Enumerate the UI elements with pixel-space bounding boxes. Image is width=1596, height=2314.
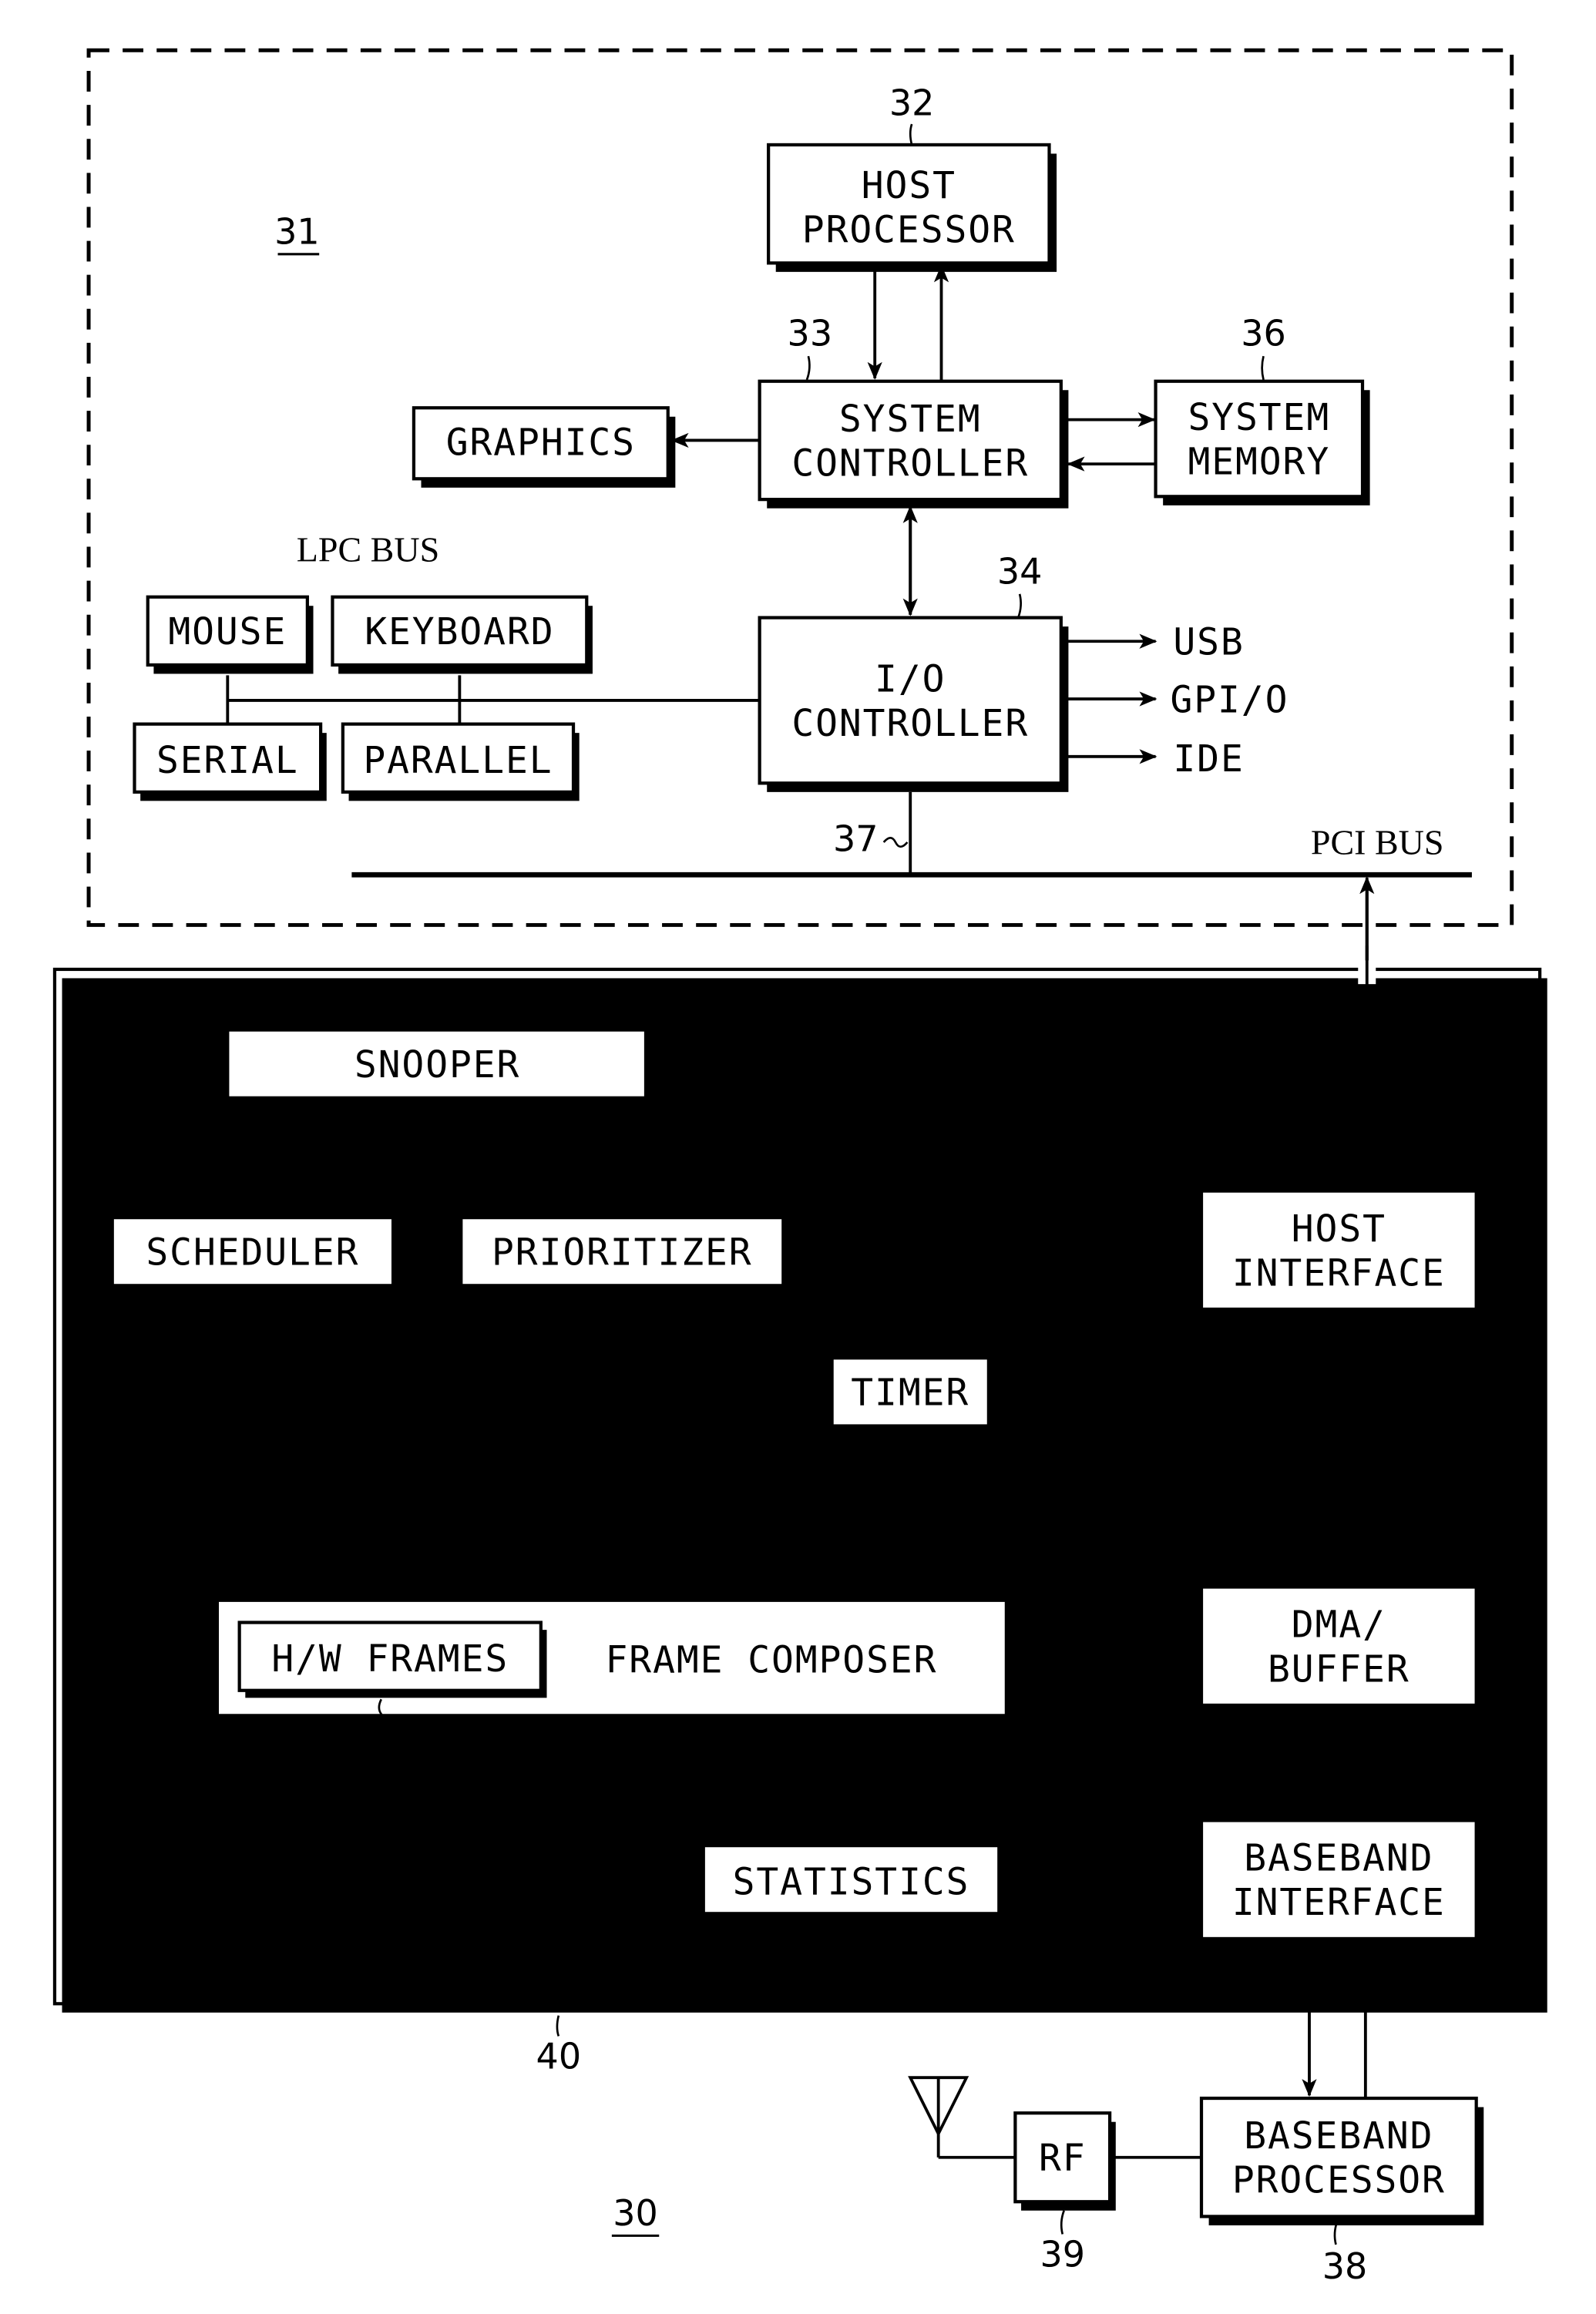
pci-bus-ref-leader (882, 836, 909, 848)
antenna-icon (908, 2076, 1016, 2159)
graphics-block[interactable]: GRAPHICS (412, 406, 676, 488)
system-memory-block[interactable]: SYSTEM MEMORY (1154, 379, 1370, 505)
serial-block[interactable]: SERIAL (133, 722, 327, 801)
baseband-processor-ref: 38 (1322, 2245, 1368, 2287)
adapter-leader (556, 2015, 560, 2037)
statistics-block[interactable]: STATISTICS (701, 1844, 1006, 1921)
host-interface-label-2: INTERFACE (1232, 1252, 1446, 1295)
graphics-label: GRAPHICS (446, 422, 636, 465)
mouse-label: MOUSE (168, 611, 287, 653)
host-region-ref: 31 (274, 210, 320, 252)
parallel-block[interactable]: PARALLEL (341, 722, 580, 801)
scheduler-label: SCHEDULER (146, 1231, 359, 1274)
baseband-interface-block[interactable]: BASEBAND INTERFACE (1199, 1819, 1484, 1946)
keyboard-block[interactable]: KEYBOARD (331, 595, 593, 674)
statistics-label: STATISTICS (733, 1861, 970, 1903)
frame-composer-label: FRAME COMPOSER (606, 1640, 938, 1682)
host-interface-block[interactable]: HOST INTERFACE (1199, 1189, 1484, 1317)
timer-label: TIMER (851, 1372, 969, 1415)
io-controller-leader (1016, 593, 1023, 619)
system-memory-label-2: MEMORY (1188, 442, 1330, 484)
dma-buffer-ref: 46 (1418, 1524, 1463, 1566)
io-controller-label-1: I/O (875, 658, 946, 700)
io-controller-block[interactable]: I/O CONTROLLER (758, 616, 1069, 792)
baseband-interface-label-2: INTERFACE (1232, 1882, 1446, 1924)
scheduler-block[interactable]: SCHEDULER (110, 1216, 395, 1288)
io-controller-ref: 34 (997, 550, 1043, 592)
prioritizer-label: PRIORITIZER (492, 1231, 753, 1274)
statistics-ref: 48 (828, 1778, 874, 1820)
prioritizer-ref: 43 (709, 1149, 754, 1191)
host-processor-label-2: PROCESSOR (802, 209, 1016, 251)
frame-composer-block[interactable]: FRAME COMPOSER H/W FRAMES (215, 1598, 1008, 1718)
timer-ref: 51 (888, 1289, 933, 1331)
dma-buffer-label-1: DMA/ (1292, 1604, 1386, 1647)
serial-label: SERIAL (156, 740, 299, 782)
frame-composer-ref: 44 (731, 1537, 777, 1578)
system-memory-ref: 36 (1241, 313, 1286, 354)
baseband-processor-block[interactable]: BASEBAND PROCESSOR (1199, 2096, 1484, 2225)
mouse-block[interactable]: MOUSE (146, 595, 314, 674)
host-processor-label-1: HOST (862, 165, 956, 207)
hw-frames-label: H/W FRAMES (271, 1638, 509, 1681)
block-diagram: 31 HOST PROCESSOR 32 SYSTEM CONTROLLER 3… (52, 48, 1547, 2287)
rf-ref: 39 (1040, 2234, 1085, 2275)
system-controller-ref: 33 (788, 313, 833, 354)
rf-leader (1060, 2210, 1065, 2235)
pci-bus-label: PCI BUS (1311, 822, 1444, 861)
rf-label: RF (1039, 2138, 1087, 2180)
hw-frames-ref: 49 (358, 1740, 404, 1782)
junction-dot (663, 1384, 676, 1397)
host-processor-ref: 32 (889, 82, 935, 124)
system-controller-block[interactable]: SYSTEM CONTROLLER (758, 379, 1069, 509)
keyboard-label: KEYBOARD (365, 611, 554, 653)
lpc-bus-label: LPC BUS (297, 530, 439, 569)
baseband-interface-label-1: BASEBAND (1244, 1838, 1433, 1880)
hw-frames-block[interactable]: H/W FRAMES (237, 1620, 547, 1698)
junction-dot (904, 1501, 916, 1513)
scheduler-ref: 50 (147, 1149, 193, 1191)
adapter-ref: 40 (536, 2036, 582, 2077)
snooper-block[interactable]: SNOOPER (226, 1028, 648, 1100)
dma-buffer-label-2: BUFFER (1268, 1648, 1410, 1691)
system-controller-leader (805, 355, 811, 381)
dma-buffer-block[interactable]: DMA/ BUFFER (1199, 1585, 1484, 1715)
system-controller-label-2: CONTROLLER (791, 442, 1029, 485)
controller-region-ref: 45 (218, 1870, 264, 1912)
baseband-processor-label-2: PROCESSOR (1232, 2160, 1446, 2202)
system-ref: 30 (613, 2192, 658, 2234)
host-processor-leader (909, 123, 913, 146)
io-controller-label-2: CONTROLLER (791, 703, 1029, 745)
interface-region-ref: 53 (1424, 1031, 1470, 1073)
snooper-label: SNOOPER (354, 1044, 520, 1086)
system-controller-label-1: SYSTEM (839, 398, 982, 441)
host-interface-label-1: HOST (1292, 1208, 1386, 1251)
system-memory-label-1: SYSTEM (1188, 397, 1330, 439)
baseband-interface-ref: 47 (1231, 1755, 1276, 1796)
baseband-processor-label-1: BASEBAND (1244, 2115, 1433, 2158)
snooper-ref: 52 (415, 1125, 460, 1167)
ide-label: IDE (1173, 738, 1244, 781)
prioritizer-block[interactable]: PRIORITIZER (459, 1216, 785, 1288)
parallel-label: PARALLEL (363, 740, 553, 782)
pci-bus-ref: 37 (833, 818, 879, 860)
host-processor-block[interactable]: HOST PROCESSOR (767, 143, 1057, 272)
gpio-label: GPI/O (1170, 679, 1289, 721)
rf-block[interactable]: RF (1013, 2111, 1116, 2211)
system-memory-leader (1261, 355, 1265, 381)
timer-block[interactable]: TIMER (830, 1356, 990, 1428)
usb-label: USB (1173, 622, 1244, 664)
host-interface-ref: 41 (1231, 1332, 1276, 1374)
